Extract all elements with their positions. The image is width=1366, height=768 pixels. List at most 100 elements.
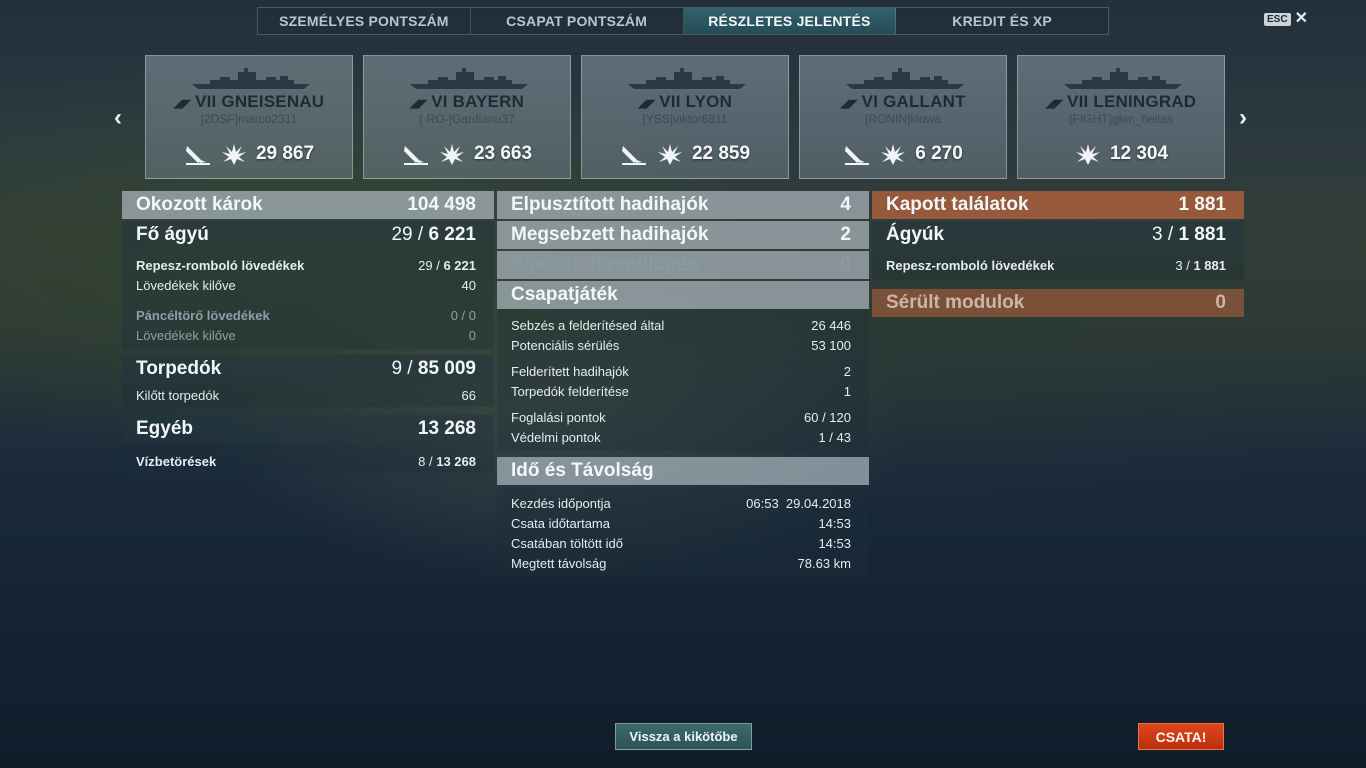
ship-card[interactable]: ◢◤ VII GNEISENAU [2DSF]marco2311 29 867 [145,55,353,179]
teamplay-title: Csapatjáték [511,284,618,305]
spotted-ships-row: Felderített hadihajók 2 [497,361,869,381]
potential-damage-label: Potenciális sérülés [511,337,620,353]
received-guns-header: Ágyúk 3 / 1 881 [872,221,1244,249]
ship-damage-value: 12 304 [1109,143,1169,164]
flooding-label: Vízbetörések [136,453,217,469]
capture-points-label: Foglalási pontok [511,409,606,425]
player-name: [FIGHT]gkm_hellas [1069,112,1173,126]
planes-destroyed-header: Elpusztult repülőgép 0 [497,251,869,279]
main-battery-hits: 29 [391,224,413,245]
damage-dealt-title: Okozott károk [136,194,263,215]
tab-credits-xp[interactable]: KREDIT ÉS XP [896,8,1108,34]
received-header: Kapott találatok 1 881 [872,191,1244,219]
capture-points-row: Foglalási pontok 60 / 120 [497,407,869,427]
ship-silhouette-icon [408,68,530,90]
ship-sunk-icon [843,142,871,166]
player-name: [YSS]viktor6811 [642,112,728,126]
torps-fired-value: 66 [461,387,476,403]
ship-tier: VII [1067,92,1089,111]
close-icon[interactable]: ✕ [1295,11,1308,27]
he-shells-row: Repesz-romboló lövedékek 29 / 6 221 [136,257,476,273]
spot-damage-row: Sebzés a felderítésed által 26 446 [497,315,869,335]
player-name: [-RO-]Gardianu37 [419,112,515,126]
player-name: [2DSF]marco2311 [200,112,298,126]
carousel-next-icon[interactable]: › [1239,104,1247,132]
battle-button[interactable]: CSATA! [1138,723,1224,750]
spotted-ships-label: Felderített hadihajók [511,363,629,379]
time-distance-header: Idő és Távolság [497,457,869,485]
battle-duration-value: 14:53 [818,515,851,531]
ship-title: LYON [685,92,733,111]
destroyed-ships-value: 4 [840,194,851,215]
spotted-torps-label: Torpedók felderítése [511,383,629,399]
damage-burst-icon [656,142,684,166]
main-battery-label: Fő ágyú [136,224,209,245]
tab-detailed-report[interactable]: RÉSZLETES JELENTÉS [683,8,897,34]
defense-points-value: 1 / 43 [818,429,851,445]
damaged-modules-value: 0 [1215,292,1226,313]
start-time-value: 06:53 29.04.2018 [746,495,851,511]
ship-tier: VI [431,92,448,111]
ship-sunk-icon [184,142,212,166]
player-name: [RONIN]kiowa [864,112,941,126]
torps-fired-label: Kilőtt torpedók [136,387,220,403]
ap-fired-label: Lövedékek kilőve [136,327,236,343]
ship-class-icon: ◢◤ [409,98,428,110]
spot-damage-label: Sebzés a felderítésed által [511,317,665,333]
battle-summary-panel: Elpusztított hadihajók 4 Megsebzett hadi… [497,191,869,577]
ship-tier: VI [861,92,879,111]
ship-name: ◢◤ VII LENINGRAD [1018,92,1224,112]
esc-key-badge: ESC [1264,12,1291,26]
damage-burst-icon [220,142,248,166]
received-total: 1 881 [1178,194,1226,215]
damage-received-panel: Kapott találatok 1 881 Ágyúk 3 / 1 881 R… [872,191,1244,317]
battle-duration-label: Csata időtartama [511,515,610,531]
planes-destroyed-value: 0 [840,254,851,275]
start-time-row: Kezdés időpontja 06:53 29.04.2018 [497,493,869,513]
distance-value: 78.63 km [797,555,851,571]
damage-dealt-panel: Okozott károk 104 498 Fő ágyú 29 / 6 221… [122,191,494,473]
ship-card-stats: 29 867 [146,142,352,166]
other-label: Egyéb [136,418,194,439]
damage-burst-icon [438,142,466,166]
back-to-port-button[interactable]: Vissza a kikötőbe [615,723,752,750]
ship-damage-value: 23 663 [473,143,533,164]
damaged-ships-label: Megsebzett hadihajók [511,224,709,245]
received-title: Kapott találatok [886,194,1029,215]
close-control[interactable]: ESC ✕ [1264,11,1308,27]
start-time-label: Kezdés időpontja [511,495,611,511]
ship-card-stats: 12 304 [1018,142,1224,166]
ship-card[interactable]: ◢◤ VI BAYERN [-RO-]Gardianu37 23 663 [363,55,571,179]
ship-name: ◢◤ VII GNEISENAU [146,92,352,112]
other-value: 13 268 [417,418,476,439]
main-battery-damage: 6 221 [428,224,476,245]
damage-dealt-header: Okozott károk 104 498 [122,191,494,219]
received-he-row: Repesz-romboló lövedékek 3 / 1 881 [886,257,1226,273]
torpedoes-damage: 85 009 [417,358,476,379]
flooding-damage: 13 268 [436,453,476,469]
carousel-prev-icon[interactable]: ‹ [114,104,122,132]
ship-card[interactable]: ◢◤ VI GALLANT [RONIN]kiowa 6 270 [799,55,1007,179]
defense-points-label: Védelmi pontok [511,429,601,445]
received-guns-label: Ágyúk [886,224,945,245]
received-he-label: Repesz-romboló lövedékek [886,257,1055,273]
ship-silhouette-icon [844,68,966,90]
ship-class-icon: ◢◤ [840,98,858,110]
destroyed-ships-label: Elpusztított hadihajók [511,194,709,215]
tab-personal-score[interactable]: SZEMÉLYES PONTSZÁM [258,8,471,34]
damaged-modules-label: Sérült modulok [886,292,1025,313]
he-fired-row: Lövedékek kilőve 40 [122,275,494,295]
other-header: Egyéb 13 268 [122,415,494,443]
ship-name: ◢◤ VI BAYERN [364,92,570,112]
ship-card-stats: 22 859 [582,142,788,166]
ship-sunk-icon [402,142,430,166]
ship-card[interactable]: ◢◤ VII LYON [YSS]viktor6811 22 859 [581,55,789,179]
ship-title: GNEISENAU [221,92,325,111]
teamplay-header: Csapatjáték [497,281,869,309]
battle-duration-row: Csata időtartama 14:53 [497,513,869,533]
tab-team-score[interactable]: CSAPAT PONTSZÁM [471,8,684,34]
time-distance-title: Idő és Távolság [511,460,654,481]
ship-class-icon: ◢◤ [1045,98,1064,110]
spotted-torps-row: Torpedók felderítése 1 [497,381,869,401]
ship-card[interactable]: ◢◤ VII LENINGRAD [FIGHT]gkm_hellas 12 304 [1017,55,1225,179]
